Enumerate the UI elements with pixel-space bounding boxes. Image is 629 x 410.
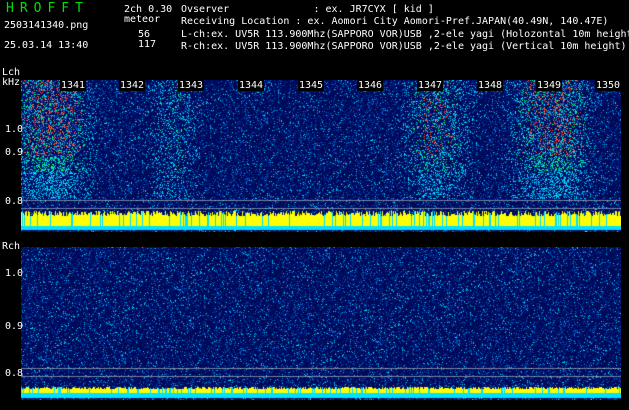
- time-tick: 1348: [477, 80, 504, 91]
- time-tick: 1347: [417, 80, 444, 91]
- time-tick: 1342: [119, 80, 146, 91]
- time-tick: 1343: [178, 80, 205, 91]
- time-tick: 1341: [60, 80, 87, 91]
- time-tick: 1346: [357, 80, 384, 91]
- time-tick: 1349: [536, 80, 563, 91]
- lch-y-tick-1.0: 1.0: [5, 124, 24, 135]
- observer-info: Ovserver : ex. JR7CYX [ kid ]: [181, 4, 434, 15]
- rch-label: Rch: [2, 241, 21, 252]
- app-title: HROFFT: [6, 1, 89, 16]
- time-tick: 1350: [595, 80, 622, 91]
- rch-spectrogram: [21, 247, 621, 400]
- lch-y-tick-0.8: 0.8: [5, 196, 24, 207]
- time-tick: 1345: [298, 80, 325, 91]
- meteor-label: meteor: [124, 14, 161, 25]
- lch-spectrogram: [21, 80, 621, 232]
- rch-y-tick-0.8: 0.8: [5, 368, 24, 379]
- rch-y-tick-1.0: 1.0: [5, 268, 24, 279]
- rch-y-tick-0.9: 0.9: [5, 321, 24, 332]
- datetime: 25.03.14 13:40: [4, 40, 89, 51]
- lch-y-tick-0.9: 0.9: [5, 147, 24, 158]
- location-info: Receiving Location : ex. Aomori City Aom…: [181, 16, 609, 27]
- khz-label: kHz: [2, 77, 21, 88]
- filename: 2503141340.png: [4, 20, 89, 31]
- time-tick: 1344: [238, 80, 265, 91]
- lch-info: L-ch:ex. UV5R 113.900Mhz(SAPPORO VOR)USB…: [181, 29, 629, 40]
- rch-info: R-ch:ex. UV5R 113.900Mhz(SAPPORO VOR)USB…: [181, 41, 627, 52]
- rch-meteor-count: 117: [138, 39, 157, 50]
